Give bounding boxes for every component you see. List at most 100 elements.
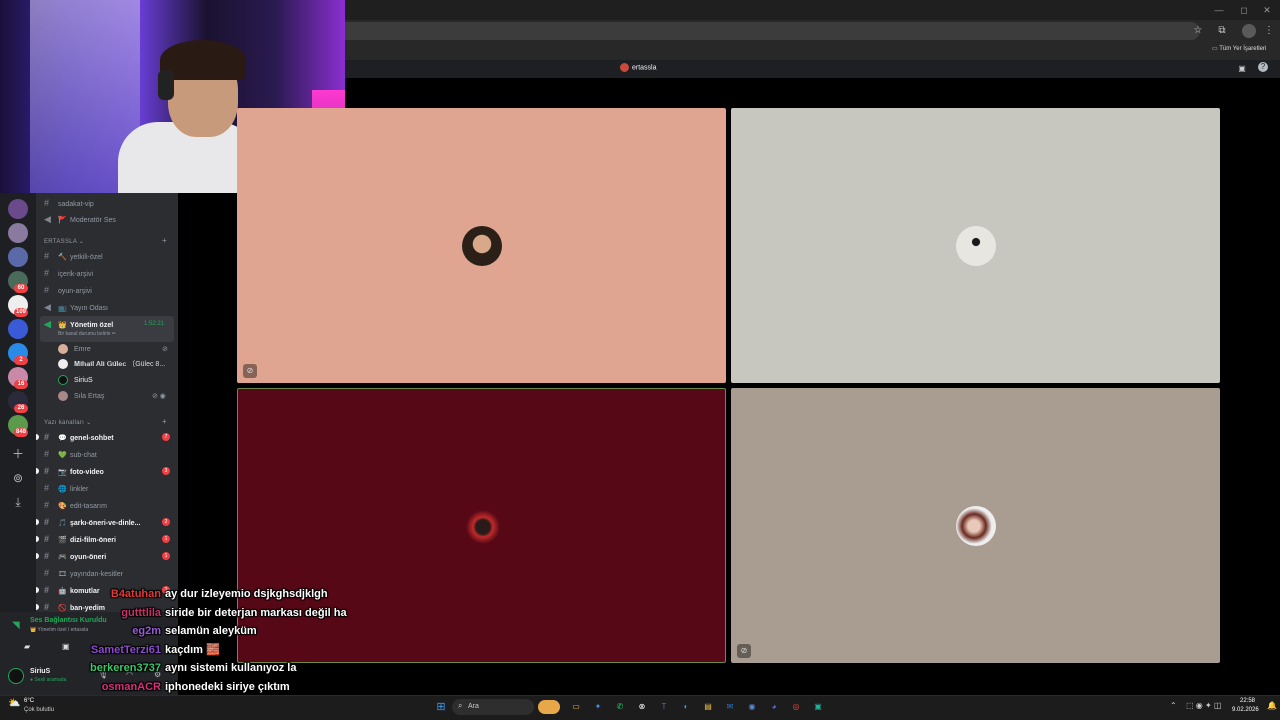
hashtag-icon: #: [44, 568, 50, 578]
extensions-icon[interactable]: ⧉: [1215, 24, 1229, 38]
speaker-icon: ◀: [44, 302, 51, 312]
chat-text: iphonedeki siriye çıktım: [165, 680, 290, 693]
search-icon: ⌕: [458, 701, 463, 710]
text-channel[interactable]: # 🌐 linkler: [44, 480, 174, 496]
chrome-icon[interactable]: ◎: [789, 700, 803, 714]
chat-text: siride bir deterjan markası değil ha: [165, 606, 347, 619]
tray-chevron-icon[interactable]: ⌃: [1170, 701, 1177, 710]
add-server-icon[interactable]: ＋: [8, 444, 28, 464]
text-channel[interactable]: # 💚 sub-chat: [44, 446, 174, 462]
channel-header: ertassla: [620, 63, 657, 72]
hashtag-icon: #: [44, 285, 50, 295]
menu-icon[interactable]: ⋮: [1262, 24, 1276, 38]
weather-temp: 6°C: [24, 698, 35, 704]
chat-message: SametTerzi61 kaçdım 🧱: [0, 641, 220, 659]
bookmarks-bar: [345, 42, 1280, 60]
minimize-icon[interactable]: —: [1212, 3, 1226, 17]
text-channel[interactable]: # 🎮 oyun-öneri: [44, 548, 174, 564]
chat-username: gutttlila: [121, 606, 161, 619]
speaker-icon: ◀: [44, 319, 51, 329]
whatsapp-icon[interactable]: ✆: [613, 700, 627, 714]
video-tile-2[interactable]: [731, 108, 1220, 383]
channel-sadakat-vip[interactable]: # sadakat-vip: [44, 195, 174, 211]
participant-avatar: [956, 226, 996, 266]
server-icon[interactable]: [8, 319, 28, 339]
discord-titlebar: [345, 60, 1280, 78]
voice-user-mihail[interactable]: 𝐌𝐢𝐡𝐚𝐢𝐥 𝐀𝐥𝐢 𝐆𝐮̈𝐥𝐞𝐜 〔Gülec 8...: [58, 357, 168, 372]
file-manager-icon[interactable]: ▭: [569, 700, 583, 714]
hashtag-icon: #: [44, 500, 50, 510]
text-channel[interactable]: # 💬 genel-sohbet: [44, 429, 174, 445]
hashtag-icon: #: [44, 268, 50, 278]
close-icon[interactable]: ✕: [1260, 3, 1274, 17]
channel-icerik-arsivi[interactable]: # içerik-arşivi: [44, 265, 174, 281]
text-channel[interactable]: # 🎵 şarkı-öneri-ve-dinle...: [44, 514, 174, 530]
mention-badge: 2: [162, 518, 170, 526]
voice-status[interactable]: Bir kanal durumu belirle ✏: [58, 331, 116, 337]
chat-username: osmanACR: [101, 680, 161, 693]
folder-icon: ▭: [1212, 46, 1218, 52]
server-badge: 2: [14, 356, 28, 365]
hashtag-icon: #: [44, 198, 50, 208]
video-tile-4[interactable]: ⊘: [731, 388, 1220, 663]
outlook-icon[interactable]: ✉: [723, 700, 737, 714]
voice-timer: 1:52:21: [144, 321, 165, 327]
tray-icons[interactable]: ⬚ ◉ ✦ ◫: [1186, 701, 1221, 710]
server-icon[interactable]: [8, 223, 28, 243]
hashtag-icon: #: [44, 466, 50, 476]
server-icon[interactable]: [8, 199, 28, 219]
star-icon[interactable]: ☆: [1191, 24, 1205, 38]
help-icon[interactable]: ?: [1258, 62, 1268, 72]
chat-text: aynı sistemi kullanıyoz la: [165, 662, 297, 674]
video-tile-3[interactable]: [237, 388, 726, 663]
chat-message: osmanACR iphonedeki siriye çıktım: [0, 678, 290, 696]
chat-text: selamün aleyküm: [165, 625, 257, 637]
address-bar[interactable]: [345, 22, 1200, 40]
widgets-icon[interactable]: [538, 700, 560, 714]
channel-moderator-ses[interactable]: ◀ 🚩 Moderatör Ses: [44, 211, 174, 227]
inbox-icon[interactable]: ▣: [1235, 62, 1249, 76]
video-tile-1[interactable]: ⊘: [237, 108, 726, 383]
channel-yayin-odasi[interactable]: ◀ 📺 Yayın Odası: [44, 299, 174, 315]
xbox-icon[interactable]: ⊗: [635, 700, 649, 714]
chat-text: kaçdım 🧱: [165, 643, 220, 656]
chat-text: ay dur izleyemio dsjkghsdjklgh: [165, 588, 328, 600]
text-channel[interactable]: # 📷 foto-video: [44, 463, 174, 479]
clock-date[interactable]: 9.02.2026: [1232, 707, 1259, 713]
server-badge: 26: [14, 404, 28, 413]
clock-time[interactable]: 22:58: [1240, 698, 1255, 704]
add-channel-icon[interactable]: +: [162, 417, 167, 426]
avatar: [58, 391, 68, 402]
chat-message: eg2m selamün aleyküm: [0, 622, 257, 640]
copilot-icon[interactable]: ✦: [591, 700, 605, 714]
weather-icon[interactable]: ⛅: [8, 698, 20, 709]
server-icon[interactable]: [8, 247, 28, 267]
taskbar-search[interactable]: Ara: [452, 699, 534, 715]
channel-yetkili-ozel[interactable]: # 🔨 yetkili-özel: [44, 248, 174, 264]
text-channel[interactable]: # 🎨 edit-tasarım: [44, 497, 174, 513]
chat-message: B4atuhan ay dur izleyemio dsjkghsdjklgh: [0, 585, 328, 603]
steam-icon[interactable]: ◉: [745, 700, 759, 714]
profile-icon[interactable]: [1242, 24, 1256, 38]
discover-icon[interactable]: ⊚: [8, 468, 28, 488]
add-channel-icon[interactable]: +: [162, 236, 167, 245]
text-channel[interactable]: # 🎬 dizi-film-öneri: [44, 531, 174, 547]
explorer-icon[interactable]: ▤: [701, 700, 715, 714]
voice-user-sirius[interactable]: SiriuS: [58, 373, 173, 388]
app-icon[interactable]: ▣: [811, 700, 825, 714]
chat-username: B4atuhan: [110, 588, 161, 600]
channel-oyun-arsivi[interactable]: # oyun-arşivi: [44, 282, 174, 298]
chat-username: SametTerzi61: [90, 643, 161, 656]
voice-user-emre[interactable]: Emre: [58, 342, 173, 357]
teams-icon[interactable]: T: [657, 700, 671, 714]
all-bookmarks[interactable]: ▭ Tüm Yer İşaretleri: [1212, 45, 1266, 52]
discord-icon[interactable]: ◕: [767, 700, 781, 714]
text-channel[interactable]: # 🎞 yayından-kesitler: [44, 565, 174, 581]
maximize-icon[interactable]: ◻: [1237, 3, 1251, 17]
windows-start-icon[interactable]: ⊞: [434, 700, 448, 714]
notification-icon[interactable]: 🔔: [1267, 701, 1277, 710]
avatar: [58, 344, 68, 355]
mention-badge: 1: [162, 535, 170, 543]
download-icon[interactable]: ⤓: [8, 492, 28, 512]
edge-icon[interactable]: ◐: [679, 700, 693, 714]
